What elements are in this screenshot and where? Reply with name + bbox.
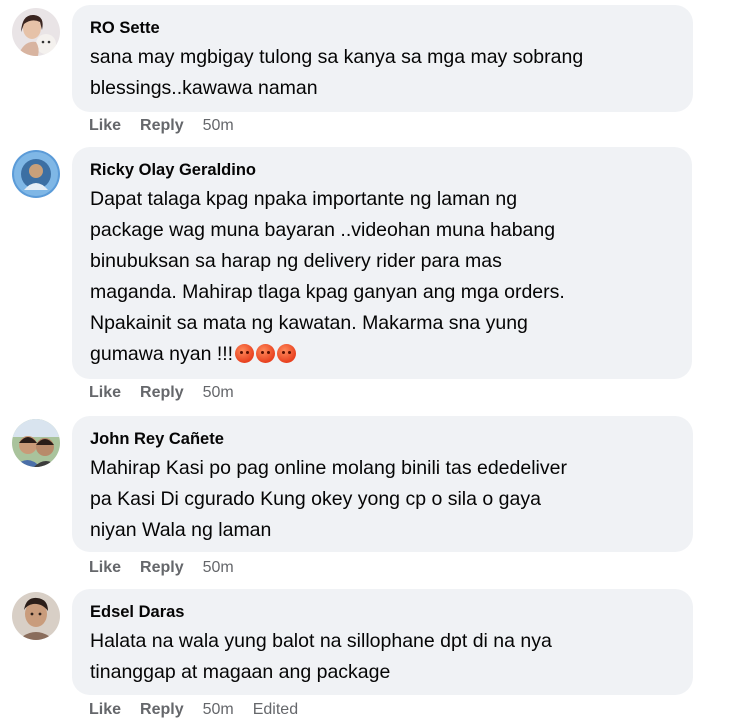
comment-author[interactable]: Ricky Olay Geraldino	[90, 160, 678, 180]
comment-line: Mahirap Kasi po pag online molang binili…	[90, 457, 567, 479]
comment-timestamp[interactable]: 50m	[203, 117, 234, 134]
comment-timestamp[interactable]: 50m	[203, 701, 234, 718]
comment-line: tinanggap at magaan ang package	[90, 661, 391, 683]
comment-timestamp[interactable]: 50m	[203, 384, 234, 401]
comment-bubble: John Rey Cañete Mahirap Kasi po pag onli…	[72, 416, 693, 552]
reply-button[interactable]: Reply	[140, 117, 184, 134]
comment-line: package wag muna bayaran ..videohan muna…	[90, 219, 556, 241]
avatar[interactable]	[12, 419, 60, 467]
angry-face-emoji	[277, 344, 297, 363]
comment-actions: Like Reply 50m	[89, 117, 253, 135]
comment-bubble: RO Sette sana may mgbigay tulong sa kany…	[72, 5, 693, 112]
comment-line: sana may mgbigay tulong sa kanya sa mga …	[90, 46, 584, 68]
comment-bubble: Ricky Olay Geraldino Dapat talaga kpag n…	[72, 147, 692, 379]
comment-timestamp[interactable]: 50m	[203, 559, 234, 576]
comment-line: maganda. Mahirap tlaga kpag ganyan ang m…	[90, 281, 565, 303]
like-button[interactable]: Like	[89, 117, 121, 134]
comment-line: binubuksan sa harap ng delivery rider pa…	[90, 250, 502, 272]
avatar[interactable]	[12, 592, 60, 640]
comment-line: Dapat talaga kpag npaka importante ng la…	[90, 188, 518, 210]
angry-face-emoji	[256, 344, 276, 363]
comment-line: Npakainit sa mata ng kawatan. Makarma sn…	[90, 312, 528, 334]
comment-line: pa Kasi Di cgurado Kung okey yong cp o s…	[90, 488, 541, 510]
comment-actions: Like Reply 50m Edited	[89, 701, 317, 719]
comment-author[interactable]: RO Sette	[90, 18, 679, 38]
comment-bubble: Edsel Daras Halata na wala yung balot na…	[72, 589, 693, 695]
comment-line: gumawa nyan !!!	[90, 343, 234, 365]
comment-text: Dapat talaga kpag npaka importante ng la…	[90, 184, 678, 370]
like-button[interactable]: Like	[89, 701, 121, 718]
comment-text: Mahirap Kasi po pag online molang binili…	[90, 453, 679, 546]
comment-text: Halata na wala yung balot na sillophane …	[90, 626, 679, 688]
comment-line: niyan Wala ng laman	[90, 519, 272, 541]
comment-actions: Like Reply 50m	[89, 559, 253, 577]
angry-face-emoji	[235, 344, 255, 363]
like-button[interactable]: Like	[89, 384, 121, 401]
like-button[interactable]: Like	[89, 559, 121, 576]
comment-line: Halata na wala yung balot na sillophane …	[90, 630, 552, 652]
comment-text: sana may mgbigay tulong sa kanya sa mga …	[90, 42, 679, 104]
reply-button[interactable]: Reply	[140, 701, 184, 718]
avatar[interactable]	[12, 150, 60, 198]
comment-actions: Like Reply 50m	[89, 384, 253, 402]
comment-author[interactable]: John Rey Cañete	[90, 429, 679, 449]
edited-label[interactable]: Edited	[253, 701, 298, 718]
avatar[interactable]	[12, 8, 60, 56]
reply-button[interactable]: Reply	[140, 559, 184, 576]
reply-button[interactable]: Reply	[140, 384, 184, 401]
comment-line: blessings..kawawa naman	[90, 77, 318, 99]
comment-author[interactable]: Edsel Daras	[90, 602, 679, 622]
